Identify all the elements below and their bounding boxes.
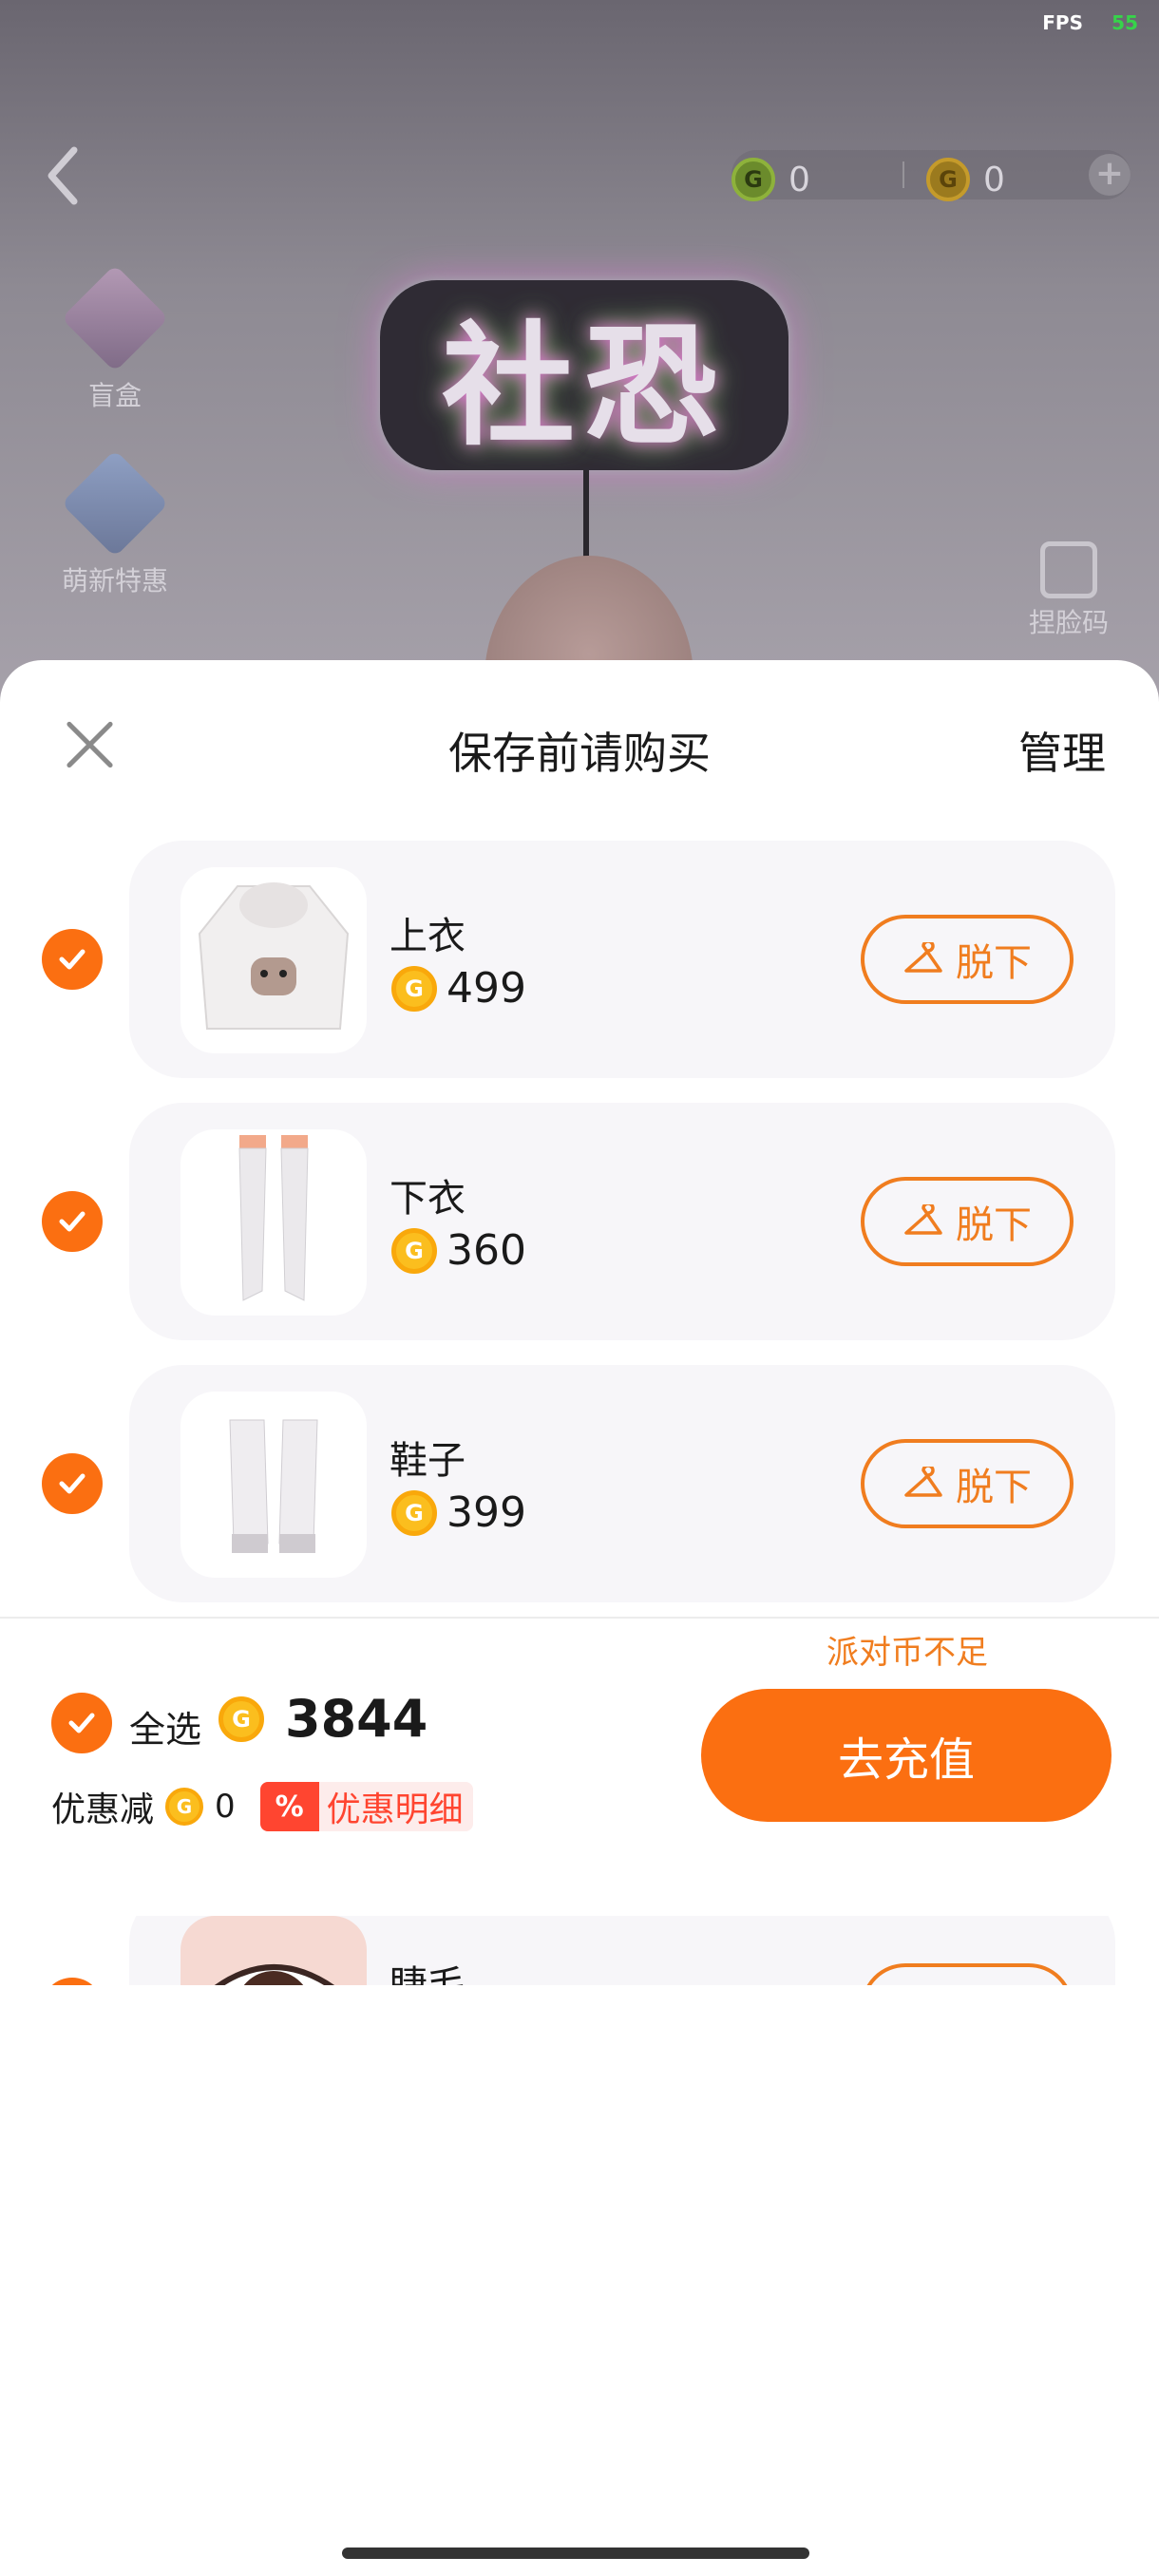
list-item: 下衣 G 360 脱下	[0, 1103, 1159, 1340]
item-name: 上衣	[390, 915, 466, 958]
shoes-image	[229, 1419, 318, 1553]
hanger-icon	[904, 1204, 942, 1235]
item-checkbox[interactable]	[42, 929, 103, 990]
gold-coin-icon: G	[926, 158, 970, 201]
item-price-value: 360	[446, 1226, 526, 1275]
hanger-icon	[904, 1467, 942, 1497]
hoodie-image	[198, 882, 350, 1030]
take-off-label: 脱下	[956, 1203, 1032, 1247]
gift-box-icon	[61, 264, 169, 372]
green-coin-icon: G	[732, 158, 775, 201]
item-thumbnail	[180, 1129, 367, 1316]
coin-icon: G	[391, 1489, 437, 1536]
total-price-value: 3844	[285, 1689, 428, 1749]
item-price: G 399	[391, 1488, 526, 1537]
currency-green-amount: 0	[788, 160, 810, 199]
item-name: 下衣	[390, 1177, 466, 1221]
select-all-label[interactable]: 全选	[129, 1700, 201, 1752]
headwear-sign: 社恐	[380, 280, 788, 470]
side-item-label: 萌新特惠	[61, 565, 168, 597]
fps-label: FPS	[1042, 11, 1083, 34]
recharge-button[interactable]: 去充值	[701, 1689, 1112, 1822]
item-price: G 360	[391, 1226, 526, 1275]
face-code-button[interactable]: 捏脸码	[1016, 541, 1121, 640]
currency-gold-amount: 0	[983, 160, 1005, 199]
item-price: G 499	[391, 964, 526, 1013]
manage-button[interactable]: 管理	[1018, 719, 1106, 782]
discount-label: 优惠减	[51, 1790, 155, 1829]
checkout-footer: 全选 G 3844 优惠减 G 0 % 优惠明细 派对币不足 去充值	[0, 1617, 1159, 1916]
item-card: 上衣 G 499 脱下	[129, 841, 1115, 1078]
coin-icon: G	[391, 1227, 437, 1274]
back-button[interactable]	[42, 142, 84, 209]
item-price-value: 499	[446, 964, 526, 1013]
take-off-label: 脱下	[956, 1980, 1032, 1985]
discount-detail-label: 优惠明细	[326, 1790, 464, 1829]
currency-gold: G 0	[926, 158, 1005, 201]
currency-divider	[902, 161, 904, 188]
list-item: 鞋子 G 399 脱下	[0, 1365, 1159, 1602]
plus-icon: +	[1094, 154, 1125, 193]
add-currency-button[interactable]: +	[1089, 154, 1130, 196]
eye-image	[214, 1964, 334, 1985]
sign-text: 社恐	[441, 310, 727, 464]
take-off-label: 脱下	[956, 941, 1032, 985]
item-thumbnail	[180, 867, 367, 1053]
currency-green: G 0	[732, 158, 810, 201]
hanger-icon	[904, 942, 942, 973]
fps-value: 55	[1112, 11, 1138, 34]
percent-tag-icon: %	[259, 1782, 319, 1831]
promo-character-icon	[61, 449, 169, 558]
currency-bar: G 0 G 0 +	[732, 150, 1130, 201]
take-off-button[interactable]: 脱下	[861, 1439, 1074, 1528]
coin-icon: G	[218, 1695, 264, 1742]
discount-row: 优惠减 G 0 % 优惠明细	[51, 1782, 473, 1831]
side-item-label: 盲盒	[87, 380, 142, 411]
side-item-blind-box[interactable]: 盲盒	[53, 264, 177, 413]
total-price: G 3844	[218, 1689, 428, 1749]
face-code-label: 捏脸码	[1028, 607, 1109, 638]
side-item-newbie-deal[interactable]: 萌新特惠	[53, 449, 177, 598]
item-card: 鞋子 G 399 脱下	[129, 1365, 1115, 1602]
discount-detail-link[interactable]: % 优惠明细	[259, 1782, 473, 1831]
item-thumbnail	[180, 1392, 367, 1578]
insufficient-balance-notice: 派对币不足	[826, 1634, 988, 1672]
item-checkbox[interactable]	[42, 1191, 103, 1252]
item-price-value: 399	[446, 1488, 526, 1537]
check-icon	[59, 1473, 86, 1494]
check-icon	[59, 949, 86, 970]
edit-code-icon	[1040, 541, 1097, 598]
item-name: 睫毛	[390, 1963, 466, 1985]
chevron-left-icon	[48, 146, 78, 205]
check-icon	[59, 1211, 86, 1232]
home-indicator[interactable]	[342, 2548, 809, 2559]
discount-value: 0	[215, 1788, 236, 1826]
check-icon	[68, 1713, 95, 1733]
select-all-checkbox[interactable]	[51, 1693, 112, 1753]
avatar-scene: FPS 55 G 0 G 0 + 盲盒 萌新特惠 捏脸码 社恐	[0, 0, 1159, 722]
coin-icon: G	[165, 1788, 204, 1826]
take-off-label: 脱下	[956, 1466, 1032, 1509]
sheet-title: 保存前请购买	[448, 728, 711, 779]
take-off-button[interactable]: 脱下	[861, 1963, 1074, 1985]
stockings-image	[238, 1135, 309, 1301]
item-card: 下衣 G 360 脱下	[129, 1103, 1115, 1340]
take-off-button[interactable]: 脱下	[861, 1177, 1074, 1266]
item-thumbnail	[180, 1916, 367, 1985]
item-checkbox[interactable]	[42, 1978, 103, 1985]
item-name: 鞋子	[390, 1439, 466, 1483]
item-checkbox[interactable]	[42, 1453, 103, 1514]
list-item: 上衣 G 499 脱下	[0, 841, 1159, 1078]
coin-icon: G	[391, 965, 437, 1012]
take-off-button[interactable]: 脱下	[861, 915, 1074, 1004]
